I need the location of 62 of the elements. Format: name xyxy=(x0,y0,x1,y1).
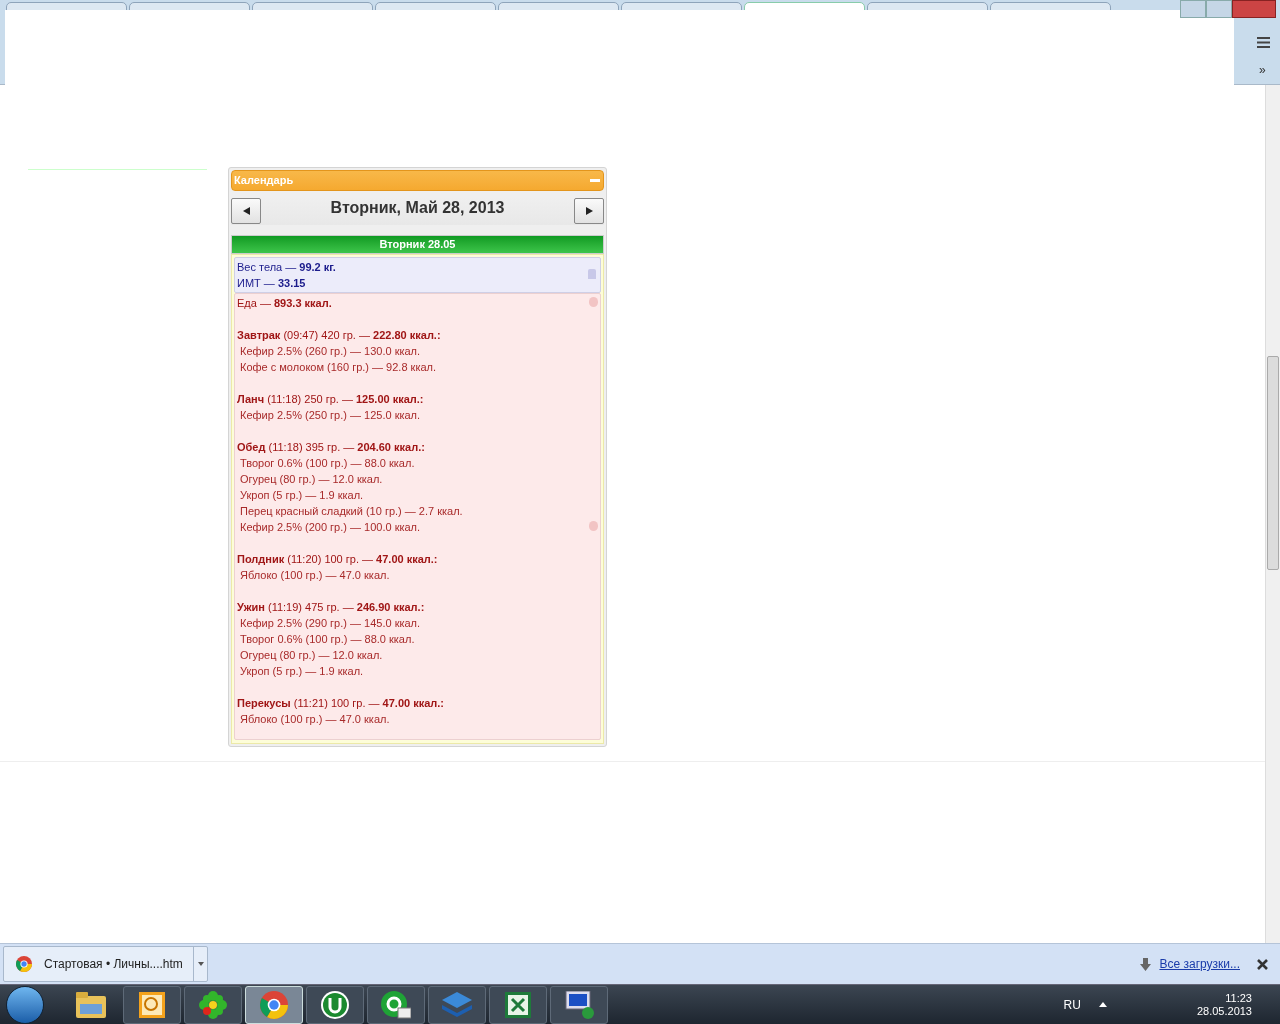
meal-header: Ланч (11:18) 250 гр. — 125.00 ккал.: xyxy=(237,392,424,407)
meal-item: Огурец (80 гр.) — 12.0 ккал. xyxy=(240,648,383,663)
taskbar-app-button[interactable] xyxy=(489,985,547,1024)
download-menu-button[interactable] xyxy=(193,947,207,981)
date-heading: Вторник, Май 28, 2013 xyxy=(330,198,505,218)
meal-item: Кефир 2.5% (290 гр.) — 145.0 ккал. xyxy=(240,616,421,631)
taskbar-app-button[interactable] xyxy=(550,985,608,1024)
caret-icon xyxy=(197,962,204,966)
clock-time: 11:23 xyxy=(1225,991,1252,1005)
taskbar-app-button[interactable] xyxy=(123,985,181,1024)
chrome-icon xyxy=(16,956,32,972)
meal-header: Обед (11:18) 395 гр. — 204.60 ккал.: xyxy=(237,440,425,455)
meal-header: Перекусы (11:21) 100 гр. — 47.00 ккал.: xyxy=(237,696,444,711)
all-downloads-link[interactable]: Все загрузки... xyxy=(1159,955,1240,973)
food-total: Еда — 893.3 ккал. xyxy=(237,296,332,311)
meal-item: Творог 0.6% (100 гр.) — 88.0 ккал. xyxy=(240,632,415,647)
meal-header: Полдник (11:20) 100 гр. — 47.00 ккал.: xyxy=(237,552,438,567)
calendar-icon xyxy=(139,991,165,1018)
body-metric: Вес тела — 99.2 кг. xyxy=(237,260,336,275)
meal-item: Кофе с молоком (160 гр.) — 92.8 ккал. xyxy=(240,360,437,375)
taskbar-app-button[interactable] xyxy=(367,985,425,1024)
close-icon[interactable] xyxy=(1257,958,1268,970)
meal-item: Перец красный сладкий (10 гр.) — 2.7 ккал. xyxy=(240,504,463,519)
spreadsheet-icon xyxy=(505,991,531,1018)
flower-icon xyxy=(199,990,227,1019)
language-indicator[interactable]: RU xyxy=(1063,995,1081,1014)
meal-item: Яблоко (100 гр.) — 47.0 ккал. xyxy=(240,712,390,727)
meal-item: Кефир 2.5% (250 гр.) — 125.0 ккал. xyxy=(240,408,421,423)
meal-item: Укроп (5 гр.) — 1.9 ккал. xyxy=(240,488,364,503)
taskbar-app-button[interactable] xyxy=(306,985,364,1024)
folder-icon xyxy=(76,991,106,1018)
meal-item: Укроп (5 гр.) — 1.9 ккал. xyxy=(240,664,364,679)
meal-item: Кефир 2.5% (200 гр.) — 100.0 ккал. xyxy=(240,520,421,535)
meal-item: Кефир 2.5% (260 гр.) — 130.0 ккал. xyxy=(240,344,421,359)
clock-date: 28.05.2013 xyxy=(1196,1004,1252,1018)
meal-header: Завтрак (09:47) 420 гр. — 222.80 ккал.: xyxy=(237,328,441,343)
start-button[interactable] xyxy=(6,985,44,1024)
body-metric: ИМТ — 33.15 xyxy=(237,276,306,291)
scrollbar[interactable] xyxy=(1265,85,1280,943)
download-file-name: Стартовая • Личны....htm xyxy=(44,956,183,973)
layers-icon xyxy=(442,991,472,1018)
torrent-icon xyxy=(321,990,349,1019)
meal-item: Творог 0.6% (100 гр.) — 88.0 ккал. xyxy=(240,456,415,471)
meal-item: Огурец (80 гр.) — 12.0 ккал. xyxy=(240,472,383,487)
right-arrow-icon xyxy=(585,207,593,215)
previous-day-button[interactable] xyxy=(231,198,261,224)
left-arrow-icon xyxy=(242,207,250,215)
panel-title: Календарь xyxy=(234,173,294,189)
chrome-icon xyxy=(260,990,288,1019)
download-item[interactable]: Стартовая • Личны....htm xyxy=(3,946,208,982)
meal-item: Яблоко (100 гр.) — 47.0 ккал. xyxy=(240,568,390,583)
monitor-icon xyxy=(564,990,594,1019)
menu-icon[interactable] xyxy=(1257,37,1270,48)
next-day-button[interactable] xyxy=(574,198,604,224)
taskbar-app-button[interactable] xyxy=(184,985,242,1024)
meal-header: Ужин (11:19) 475 гр. — 246.90 ккал.: xyxy=(237,600,425,615)
bookmarks-overflow-button[interactable]: » xyxy=(1259,61,1266,79)
download-icon xyxy=(1140,957,1152,971)
window-controls[interactable] xyxy=(1180,0,1276,18)
at-sign-icon xyxy=(381,990,411,1019)
tray-expand-icon[interactable] xyxy=(1098,1002,1107,1007)
day-title: Вторник 28.05 xyxy=(379,237,456,253)
